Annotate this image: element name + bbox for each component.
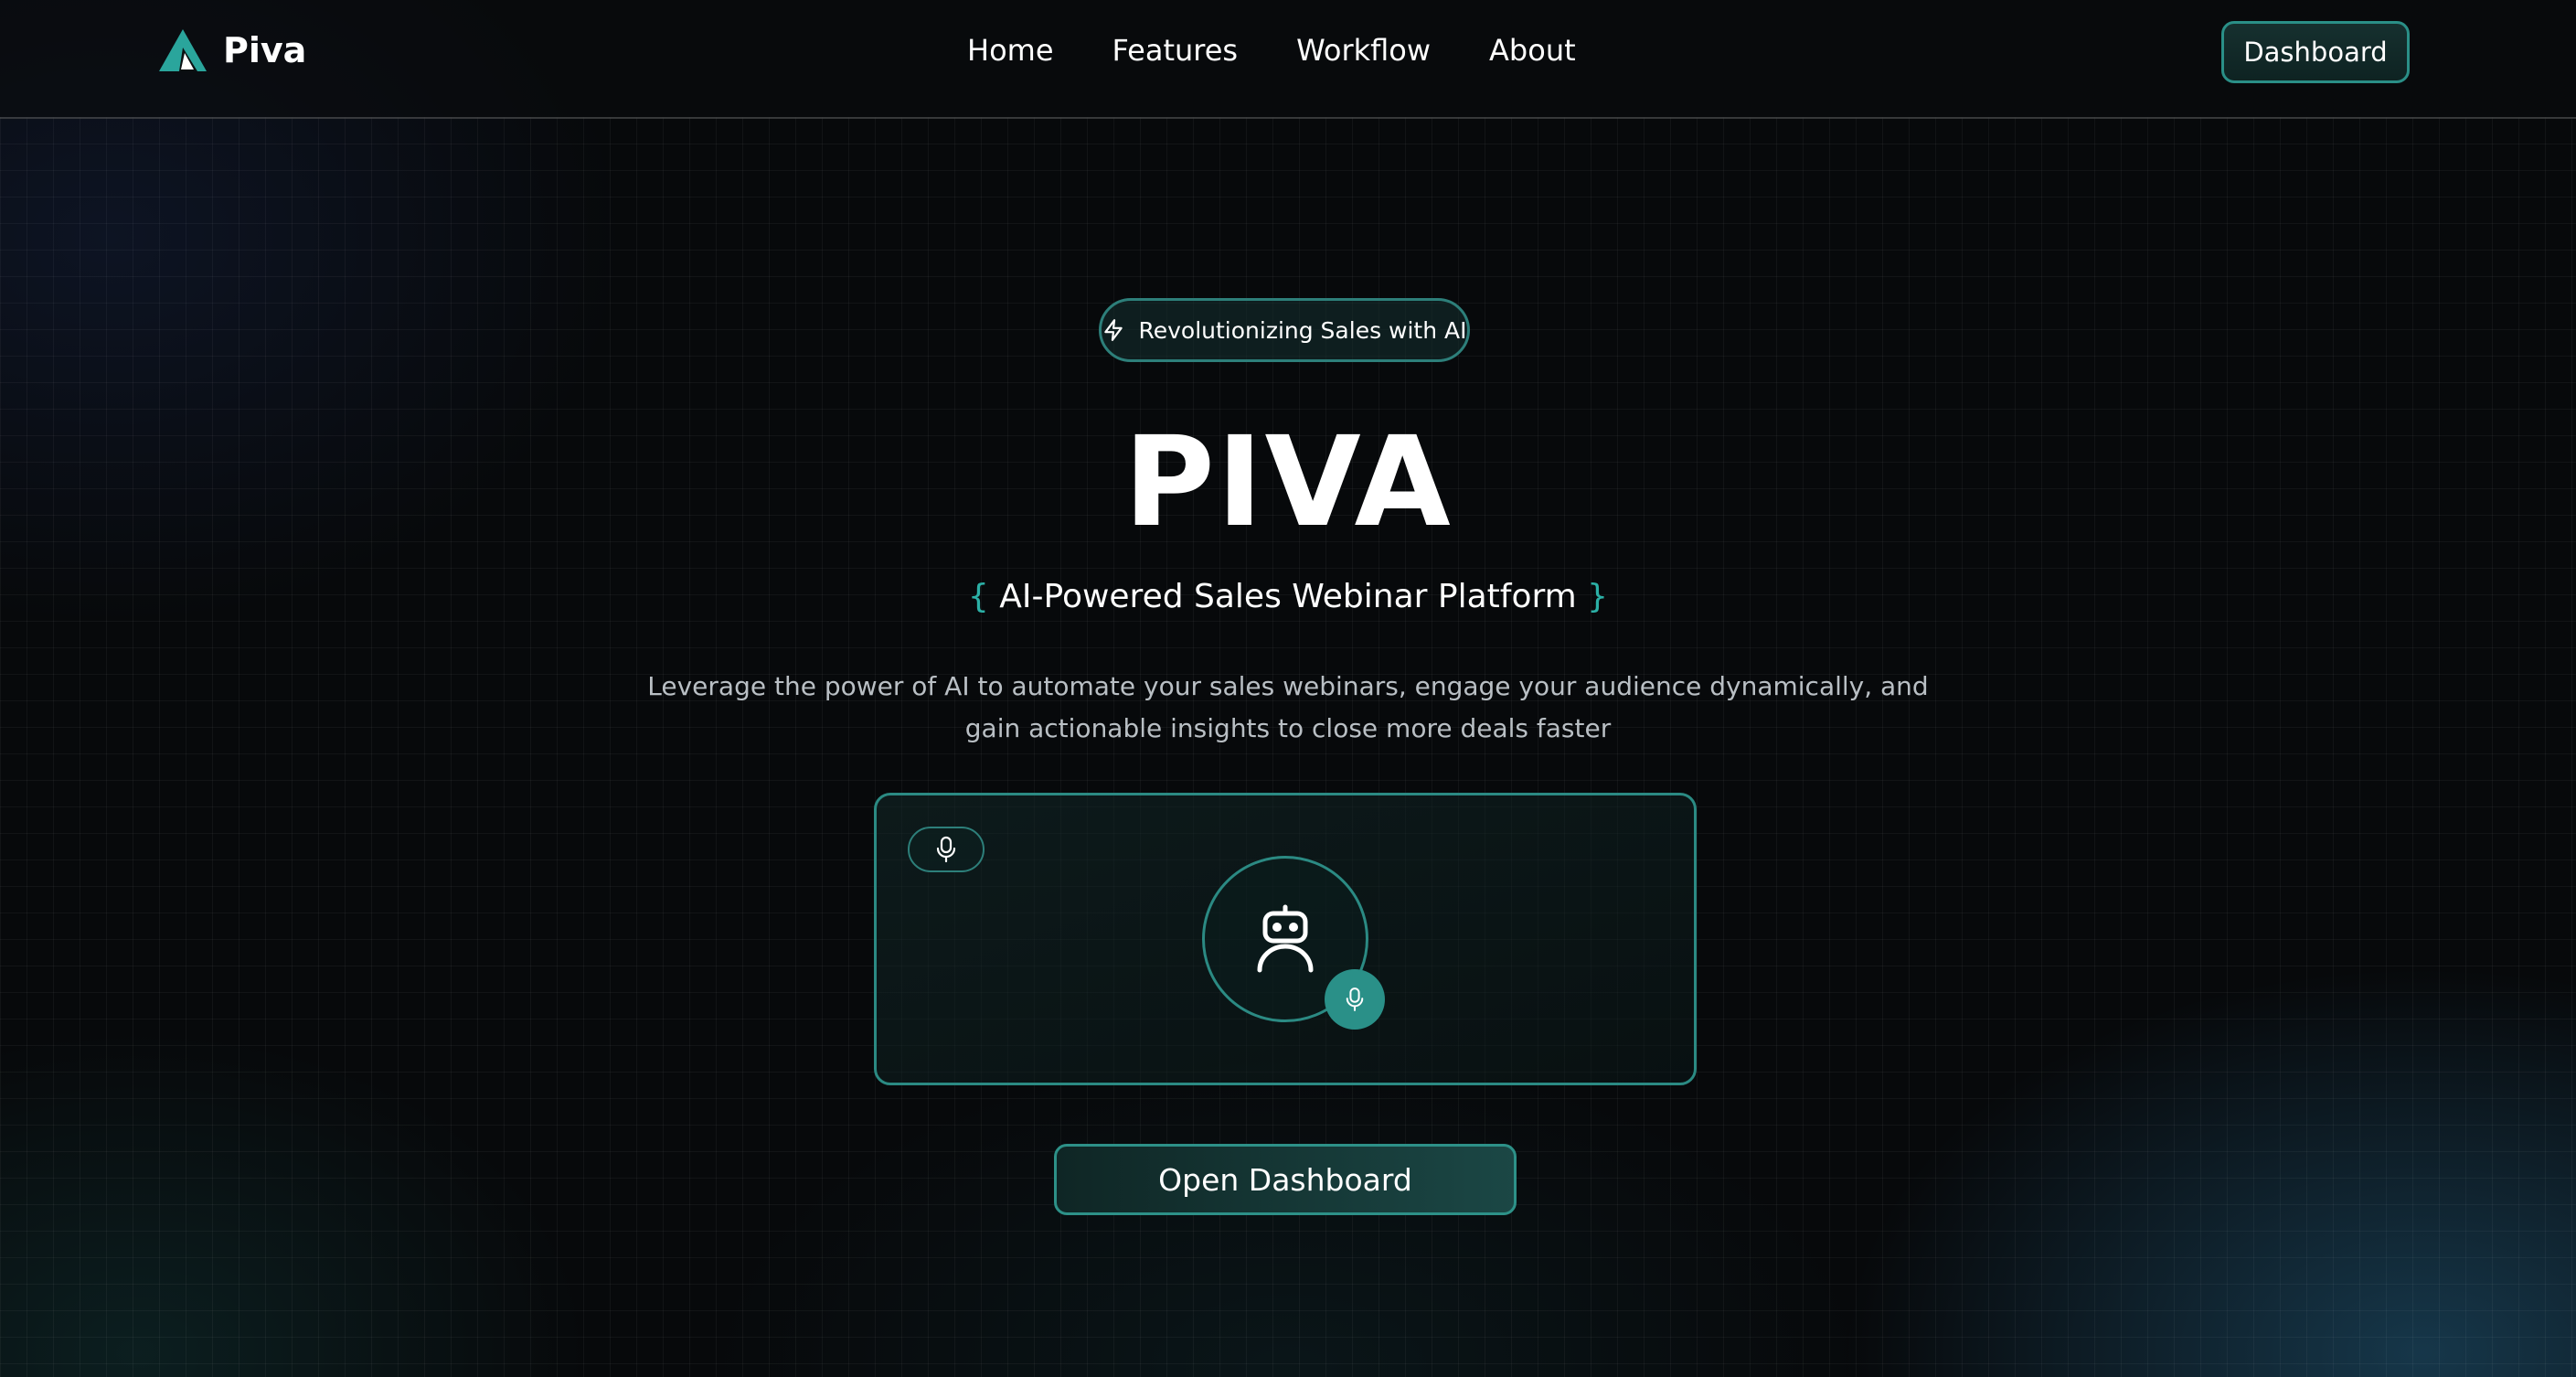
announcement-badge: Revolutionizing Sales with AI [1099, 298, 1470, 362]
top-navbar: Piva Home Features Workflow About Dashbo… [0, 0, 2576, 119]
main-nav: Home Features Workflow About [967, 33, 1576, 68]
badge-text: Revolutionizing Sales with AI [1138, 316, 1467, 344]
lightning-icon [1104, 319, 1123, 341]
nav-workflow[interactable]: Workflow [1296, 33, 1431, 68]
nav-about[interactable]: About [1489, 33, 1576, 68]
dashboard-button[interactable]: Dashboard [2221, 21, 2410, 83]
open-dashboard-button[interactable]: Open Dashboard [1054, 1144, 1517, 1215]
subtitle-brace-open: { [967, 578, 989, 615]
microphone-icon [936, 836, 956, 863]
brand-logo[interactable]: Piva [157, 27, 306, 73]
nav-features[interactable]: Features [1112, 33, 1239, 68]
piva-logo-icon [159, 29, 207, 71]
voice-agent-preview [874, 793, 1697, 1085]
mic-toggle-button[interactable] [908, 827, 985, 872]
nav-home[interactable]: Home [967, 33, 1054, 68]
subtitle-text: AI-Powered Sales Webinar Platform [999, 578, 1577, 615]
microphone-icon [1346, 987, 1364, 1011]
robot-icon [1257, 904, 1314, 973]
brand-name: Piva [223, 30, 307, 70]
voice-active-badge[interactable] [1325, 969, 1385, 1030]
hero-subtitle: { AI-Powered Sales Webinar Platform } [0, 574, 2576, 620]
hero-description: Leverage the power of AI to automate you… [647, 671, 1929, 743]
subtitle-brace-close: } [1587, 578, 1609, 615]
hero-title: PIVA [1123, 411, 1453, 555]
